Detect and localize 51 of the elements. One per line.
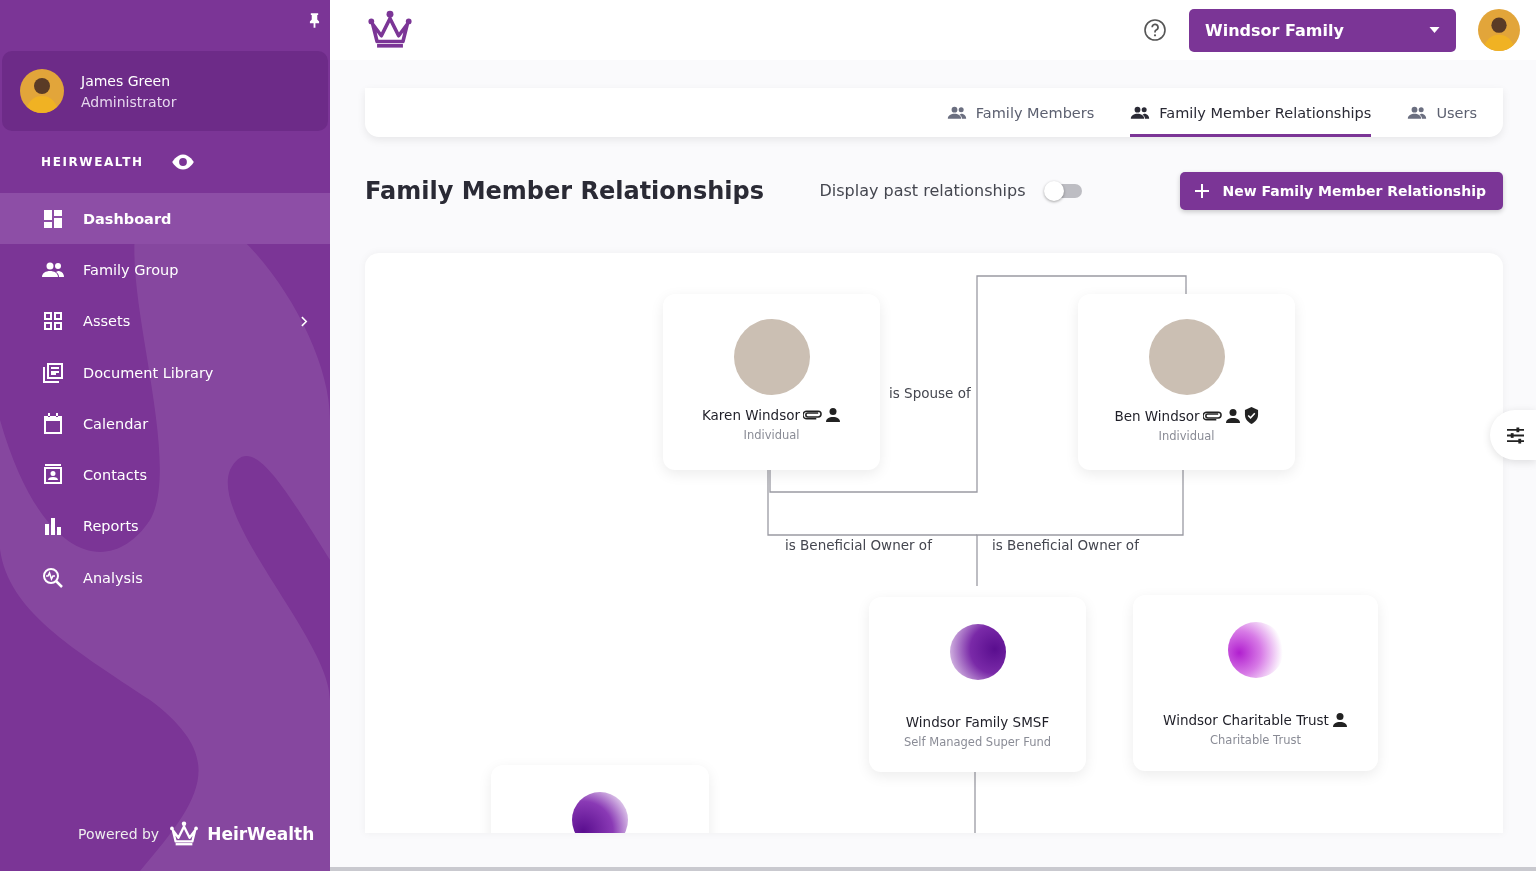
sphere-icon xyxy=(572,792,628,833)
node-card[interactable]: Windsor Charitable Trust Charitable Trust xyxy=(1133,595,1378,771)
nav-item[interactable]: Document Library xyxy=(0,346,330,399)
tab[interactable]: Family Members xyxy=(946,88,1095,137)
user-role: Administrator xyxy=(81,93,177,110)
new-relationship-button[interactable]: New Family Member Relationship xyxy=(1179,171,1503,210)
relationship-label: is Spouse of xyxy=(889,385,971,401)
relationship-label: is Beneficial Owner of xyxy=(992,537,1139,553)
crown-logo-icon xyxy=(169,821,200,847)
nav-item[interactable]: Contacts xyxy=(0,449,330,501)
toggle-switch[interactable] xyxy=(1045,183,1082,198)
brand-label: HEIRWEALTH xyxy=(41,155,144,169)
document-icon xyxy=(41,360,65,385)
logo-text: HeirWealth xyxy=(207,824,315,844)
node-name: Windsor Charitable Trust xyxy=(1163,712,1329,728)
calendar-icon xyxy=(41,411,65,436)
user-card[interactable]: James Green Administrator xyxy=(2,51,328,131)
caret-icon xyxy=(1429,27,1440,33)
node-card[interactable]: Ben Windsor Individual xyxy=(1078,294,1295,470)
nav-item[interactable]: Analysis xyxy=(0,552,330,604)
help-icon[interactable] xyxy=(1143,18,1167,42)
tab[interactable]: Users xyxy=(1407,88,1477,137)
relationship-label: is Beneficial Owner of xyxy=(785,537,932,553)
avatar-icon[interactable] xyxy=(1478,9,1520,51)
nav-item[interactable]: Calendar xyxy=(0,398,330,450)
page-title: Family Member Relationships xyxy=(365,176,765,205)
node-name: Karen Windsor xyxy=(701,407,801,423)
tab[interactable]: Family Member Relationships xyxy=(1130,88,1372,137)
user-name: James Green xyxy=(81,72,172,89)
node-type: Self Managed Super Fund xyxy=(903,735,1052,749)
sliders-icon xyxy=(1505,426,1525,444)
nav-item[interactable]: Dashboard xyxy=(0,193,330,245)
toggle-label: Display past relationships xyxy=(819,181,1026,200)
node-type: Charitable Trust xyxy=(1210,733,1301,747)
node-card[interactable]: Windsor Family SMSF Self Managed Super Fund xyxy=(869,597,1086,772)
avatar-icon xyxy=(20,69,64,113)
node-card[interactable]: Karen Windsor Individual xyxy=(663,294,880,470)
crown-logo-icon[interactable] xyxy=(367,9,413,51)
plus-icon xyxy=(1194,183,1209,198)
filter-button[interactable] xyxy=(1490,410,1536,460)
nav-item[interactable]: Family Group xyxy=(0,244,330,296)
node-type: Individual xyxy=(1158,429,1215,443)
pin-icon[interactable] xyxy=(309,13,320,28)
node-name: Ben Windsor xyxy=(1114,407,1200,424)
node-name: Windsor Family SMSF xyxy=(905,714,1050,730)
family-select[interactable]: Windsor Family xyxy=(1189,8,1456,52)
analysis-icon xyxy=(41,565,65,590)
nav-item[interactable]: Assets xyxy=(0,295,330,347)
nav-item[interactable]: Reports xyxy=(0,500,330,553)
node-type: Individual xyxy=(743,428,800,442)
powered-by-label: Powered by xyxy=(78,826,160,842)
